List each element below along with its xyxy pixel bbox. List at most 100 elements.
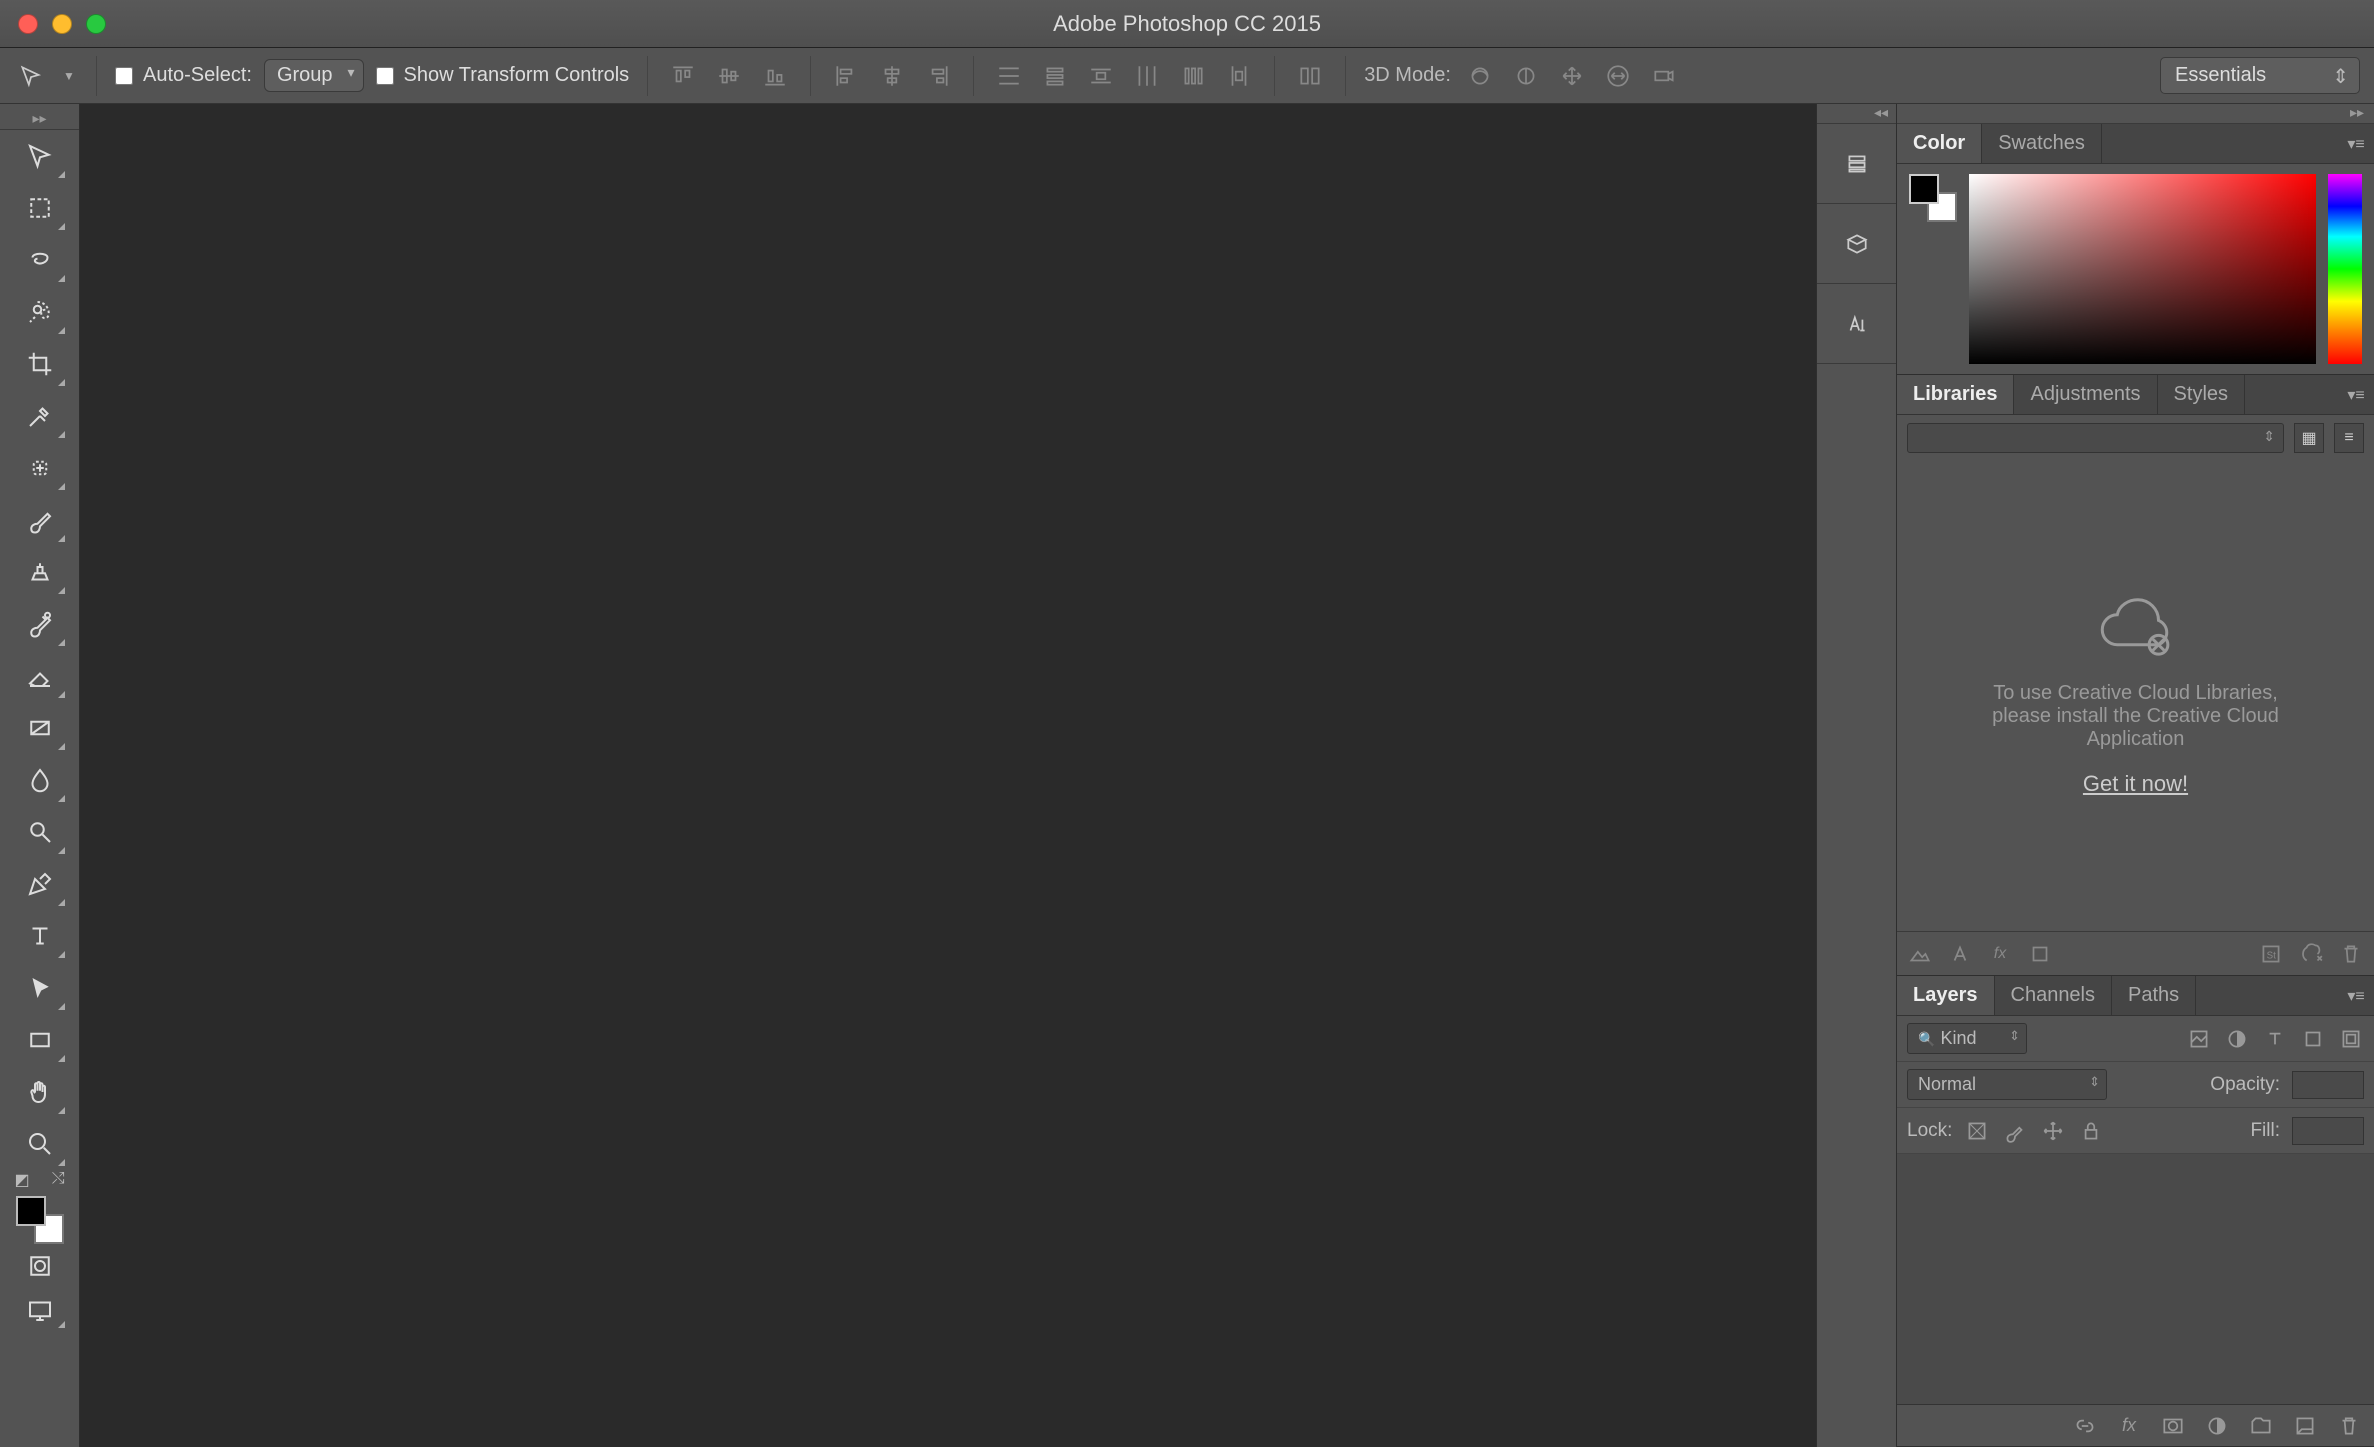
foreground-color-swatch[interactable] — [16, 1196, 46, 1226]
align-top-edges-button[interactable] — [666, 59, 700, 93]
tab-adjustments[interactable]: Adjustments — [2014, 375, 2157, 414]
3d-camera-button[interactable] — [1647, 59, 1681, 93]
library-grid-view-icon[interactable]: ▦ — [2294, 423, 2324, 453]
color-fgbg-swatches[interactable] — [1909, 174, 1957, 222]
dock-collapse-handle[interactable]: ◂◂ — [1817, 104, 1896, 124]
rectangle-tool[interactable] — [9, 1014, 71, 1066]
fill-input[interactable] — [2292, 1117, 2364, 1145]
align-left-edges-button[interactable] — [829, 59, 863, 93]
minimize-window-button[interactable] — [52, 14, 72, 34]
delete-icon[interactable] — [2338, 941, 2364, 967]
3d-pan-button[interactable] — [1555, 59, 1589, 93]
delete-layer-icon[interactable] — [2336, 1413, 2362, 1439]
get-it-now-link[interactable]: Get it now! — [2083, 771, 2188, 797]
layer-filter-type-dropdown[interactable]: 🔍 Kind — [1907, 1023, 2027, 1054]
3d-slide-button[interactable] — [1601, 59, 1635, 93]
link-layers-icon[interactable] — [2072, 1413, 2098, 1439]
blend-mode-dropdown[interactable]: Normal — [1907, 1069, 2107, 1100]
layers-panel-menu-icon[interactable]: ▾≡ — [2338, 976, 2374, 1015]
properties-panel-icon[interactable] — [1817, 204, 1896, 284]
gradient-tool[interactable] — [9, 702, 71, 754]
stock-search-icon[interactable]: St — [2258, 941, 2284, 967]
history-panel-icon[interactable] — [1817, 124, 1896, 204]
align-bottom-edges-button[interactable] — [758, 59, 792, 93]
maximize-window-button[interactable] — [86, 14, 106, 34]
tab-channels[interactable]: Channels — [1995, 976, 2113, 1015]
3d-roll-button[interactable] — [1509, 59, 1543, 93]
libraries-panel-menu-icon[interactable]: ▾≡ — [2338, 375, 2374, 414]
filter-shape-icon[interactable] — [2300, 1026, 2326, 1052]
show-transform-checkbox[interactable]: Show Transform Controls — [376, 64, 630, 87]
add-color-icon[interactable] — [2027, 941, 2053, 967]
brush-tool[interactable] — [9, 494, 71, 546]
hand-tool[interactable] — [9, 1066, 71, 1118]
layers-list[interactable] — [1897, 1154, 2374, 1404]
add-character-style-icon[interactable] — [1947, 941, 1973, 967]
lock-all-icon[interactable] — [2078, 1118, 2104, 1144]
tab-paths[interactable]: Paths — [2112, 976, 2196, 1015]
distribute-bottom-button[interactable] — [1084, 59, 1118, 93]
crop-tool[interactable] — [9, 338, 71, 390]
distribute-right-button[interactable] — [1222, 59, 1256, 93]
filter-type-icon[interactable] — [2262, 1026, 2288, 1052]
filter-smartobject-icon[interactable] — [2338, 1026, 2364, 1052]
lock-transparency-icon[interactable] — [1964, 1118, 1990, 1144]
close-window-button[interactable] — [18, 14, 38, 34]
color-field[interactable] — [1969, 174, 2316, 364]
lock-image-icon[interactable] — [2002, 1118, 2028, 1144]
align-hcenter-button[interactable] — [875, 59, 909, 93]
layer-mask-icon[interactable] — [2160, 1413, 2186, 1439]
library-list-view-icon[interactable]: ≡ — [2334, 423, 2364, 453]
3d-orbit-button[interactable] — [1463, 59, 1497, 93]
color-panel-menu-icon[interactable]: ▾≡ — [2338, 124, 2374, 163]
screen-mode-tool[interactable] — [9, 1288, 71, 1332]
history-brush-tool[interactable] — [9, 598, 71, 650]
align-vcenter-button[interactable] — [712, 59, 746, 93]
color-fg-swatch[interactable] — [1909, 174, 1939, 204]
pen-tool[interactable] — [9, 858, 71, 910]
auto-align-button[interactable] — [1293, 59, 1327, 93]
workspace-switcher[interactable]: Essentials — [2160, 57, 2360, 94]
dodge-tool[interactable] — [9, 806, 71, 858]
lasso-tool[interactable] — [9, 234, 71, 286]
move-tool[interactable] — [9, 130, 71, 182]
blur-tool[interactable] — [9, 754, 71, 806]
path-selection-tool[interactable] — [9, 962, 71, 1014]
align-right-edges-button[interactable] — [921, 59, 955, 93]
swap-colors-icon[interactable]: ⤭ — [52, 1170, 65, 1194]
tools-collapse-handle[interactable]: ▸▸ — [0, 110, 79, 130]
healing-brush-tool[interactable] — [9, 442, 71, 494]
type-tool[interactable] — [9, 910, 71, 962]
library-selector-dropdown[interactable] — [1907, 423, 2284, 453]
add-graphic-icon[interactable] — [1907, 941, 1933, 967]
foreground-background-colors[interactable] — [16, 1196, 64, 1244]
eyedropper-tool[interactable] — [9, 390, 71, 442]
quick-select-tool[interactable] — [9, 286, 71, 338]
hue-slider[interactable] — [2328, 174, 2362, 364]
default-colors-icon[interactable]: ◩ — [15, 1170, 30, 1194]
auto-select-input[interactable] — [115, 67, 133, 85]
auto-select-type-dropdown[interactable]: Group — [264, 59, 364, 92]
auto-select-checkbox[interactable]: Auto-Select: — [115, 64, 252, 87]
eraser-tool[interactable] — [9, 650, 71, 702]
distribute-left-button[interactable] — [1130, 59, 1164, 93]
character-panel-icon[interactable] — [1817, 284, 1896, 364]
tab-layers[interactable]: Layers — [1897, 976, 1995, 1015]
quick-mask-tool[interactable] — [9, 1244, 71, 1288]
tab-styles[interactable]: Styles — [2158, 375, 2245, 414]
filter-adjustment-icon[interactable] — [2224, 1026, 2250, 1052]
zoom-tool[interactable] — [9, 1118, 71, 1170]
lock-position-icon[interactable] — [2040, 1118, 2066, 1144]
distribute-top-button[interactable] — [992, 59, 1026, 93]
distribute-hcenter-button[interactable] — [1176, 59, 1210, 93]
tab-color[interactable]: Color — [1897, 124, 1982, 163]
move-tool-icon[interactable] — [14, 59, 48, 93]
tab-libraries[interactable]: Libraries — [1897, 375, 2014, 414]
tab-swatches[interactable]: Swatches — [1982, 124, 2102, 163]
layer-style-icon[interactable]: fx — [2116, 1413, 2142, 1439]
clone-stamp-tool[interactable] — [9, 546, 71, 598]
new-layer-icon[interactable] — [2292, 1413, 2318, 1439]
adjustment-layer-icon[interactable] — [2204, 1413, 2230, 1439]
tool-preset-dropdown-icon[interactable]: ▼ — [60, 59, 78, 93]
opacity-input[interactable] — [2292, 1071, 2364, 1099]
